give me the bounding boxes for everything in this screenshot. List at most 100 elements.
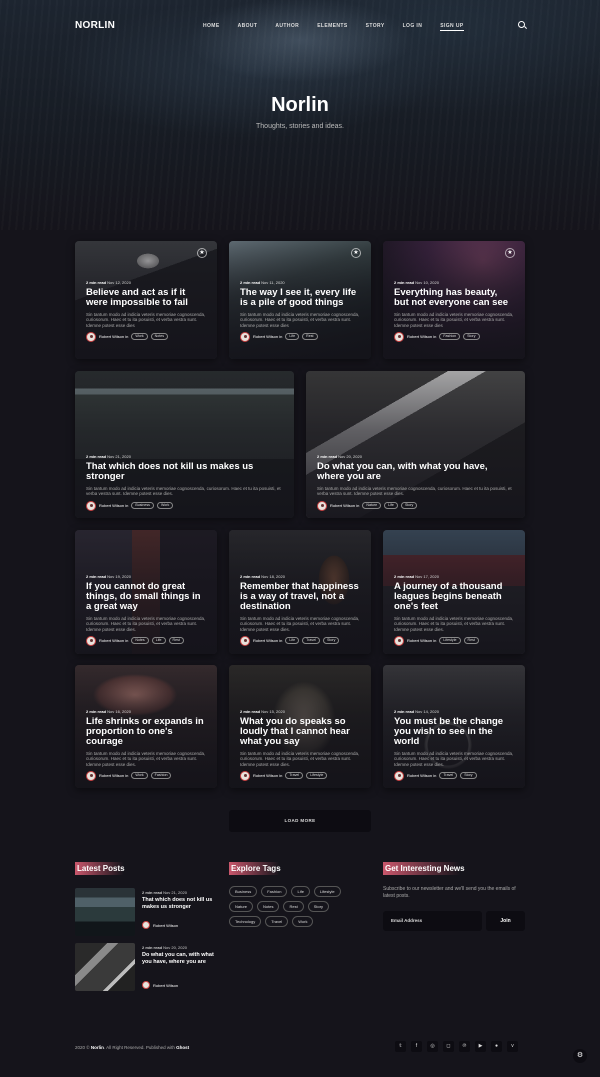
post-tag[interactable]: Travel — [439, 772, 458, 780]
avatar[interactable] — [394, 770, 404, 781]
post-tag[interactable]: Work — [156, 502, 174, 510]
vimeo-icon[interactable]: v — [507, 1041, 518, 1052]
twitter-icon[interactable]: 𝕥 — [395, 1041, 406, 1052]
post-title[interactable]: Do what you can, with what you have, whe… — [317, 462, 514, 482]
post-tag[interactable]: Fashion — [150, 772, 172, 780]
author-name[interactable]: Robert Wilson in — [407, 638, 436, 643]
author-name[interactable]: Robert Wilson in — [330, 503, 359, 508]
post-card[interactable]: 2 min read Nov 16, 2020 Life shrinks or … — [75, 665, 217, 788]
post-tag[interactable]: Life — [151, 637, 166, 645]
post-card[interactable]: 2 min read Nov 20, 2020 Do what you can,… — [306, 371, 525, 518]
theme-settings-icon[interactable]: ⚙ — [573, 1049, 587, 1063]
post-tag[interactable]: Life — [285, 333, 300, 341]
menu-login[interactable]: LOG IN — [403, 23, 423, 31]
post-title[interactable]: That which does not kill us makes us str… — [86, 462, 283, 482]
author-name[interactable]: Robert Wilson in — [99, 503, 128, 508]
post-tag[interactable]: Life — [384, 502, 398, 510]
post-title[interactable]: If you cannot do great things, do small … — [86, 582, 206, 612]
avatar[interactable] — [240, 331, 250, 342]
menu-home[interactable]: HOME — [203, 23, 220, 31]
post-card[interactable]: 2 min read Nov 18, 2020 Remember that ha… — [229, 530, 371, 654]
menu-story[interactable]: STORY — [366, 23, 385, 31]
menu-signup[interactable]: SIGN UP — [440, 23, 464, 31]
latest-post-item[interactable]: 2 min read Nov 20, 2020 Do what you can,… — [75, 943, 215, 991]
instagram-icon[interactable]: ◻ — [443, 1041, 454, 1052]
avatar[interactable] — [394, 331, 404, 342]
avatar[interactable] — [317, 500, 327, 511]
post-card[interactable]: 2 min read Nov 19, 2020 If you cannot do… — [75, 530, 217, 654]
tag-pill[interactable]: Business — [229, 886, 258, 897]
post-tag[interactable]: Work — [131, 772, 148, 780]
post-tag[interactable]: Story — [400, 502, 418, 510]
post-tag[interactable]: Story — [460, 772, 477, 780]
post-tag[interactable]: Lifestyle — [439, 637, 461, 645]
author-name[interactable]: Robert Wilson in — [253, 334, 282, 339]
author-name[interactable]: Robert Wilson in — [407, 334, 436, 339]
latest-post-item[interactable]: 2 min read Nov 21, 2020 That which does … — [75, 888, 215, 936]
youtube-icon[interactable]: ▶ — [475, 1041, 486, 1052]
post-tag[interactable]: Travel — [302, 637, 320, 645]
dribbble-icon[interactable]: ◎ — [427, 1041, 438, 1052]
post-card[interactable]: ★ 2 min read Nov 11, 2020 The way I see … — [229, 241, 371, 359]
post-title[interactable]: Believe and act as if it were impossible… — [86, 288, 206, 308]
tag-pill[interactable]: Nature — [229, 901, 254, 912]
post-tag[interactable]: Work — [131, 333, 148, 341]
post-card[interactable]: ★ 2 min read Nov 12, 2020 Believe and ac… — [75, 241, 217, 359]
post-tag[interactable]: Rest — [302, 333, 318, 341]
post-card[interactable]: ★ 2 min read Nov 10, 2020 Everything has… — [383, 241, 525, 359]
author-name[interactable]: Robert Wilson in — [99, 638, 128, 643]
facebook-icon[interactable]: f — [411, 1041, 422, 1052]
author-name[interactable]: Robert Wilson in — [253, 638, 282, 643]
avatar[interactable] — [240, 635, 250, 646]
tag-pill[interactable]: Notes — [257, 901, 280, 912]
github-icon[interactable]: ● — [491, 1041, 502, 1052]
author-name[interactable]: Robert Wilson in — [253, 773, 282, 778]
tag-pill[interactable]: Technology — [229, 916, 262, 927]
post-tag[interactable]: Story — [463, 333, 480, 341]
latest-post-title[interactable]: Do what you can, with what you have, whe… — [142, 952, 220, 966]
author-name[interactable]: Robert Wilson in — [99, 334, 128, 339]
post-tag[interactable]: Life — [285, 637, 300, 645]
post-card[interactable]: 2 min read Nov 14, 2020 You must be the … — [383, 665, 525, 788]
latest-post-thumbnail[interactable] — [75, 888, 135, 936]
post-title[interactable]: The way I see it, every life is a pile o… — [240, 288, 360, 308]
latest-post-thumbnail[interactable] — [75, 943, 135, 991]
post-title[interactable]: You must be the change you wish to see i… — [394, 717, 514, 747]
site-logo[interactable]: NORLIN — [75, 20, 115, 31]
tag-pill[interactable]: Life — [291, 886, 310, 897]
post-title[interactable]: What you do speaks so loudly that I cann… — [240, 717, 360, 747]
post-tag[interactable]: Notes — [150, 333, 169, 341]
post-card[interactable]: 2 min read Nov 17, 2020 A journey of a t… — [383, 530, 525, 654]
latest-post-title[interactable]: That which does not kill us makes us str… — [142, 897, 220, 911]
post-tag[interactable]: Story — [323, 637, 340, 645]
email-input[interactable]: Email Address — [383, 911, 482, 931]
post-title[interactable]: Life shrinks or expands in proportion to… — [86, 717, 206, 747]
join-button[interactable]: Join — [486, 911, 525, 931]
menu-author[interactable]: AUTHOR — [275, 23, 299, 31]
avatar[interactable] — [240, 770, 250, 781]
avatar[interactable] — [86, 770, 96, 781]
avatar[interactable] — [86, 500, 96, 511]
post-tag[interactable]: Lifestyle — [306, 772, 328, 780]
tag-pill[interactable]: Story — [307, 901, 330, 912]
tag-pill[interactable]: Lifestyle — [313, 886, 341, 897]
search-icon[interactable] — [518, 21, 525, 28]
post-title[interactable]: A journey of a thousand leagues begins b… — [394, 582, 514, 612]
post-tag[interactable]: Rest — [168, 637, 184, 645]
post-tag[interactable]: Nature — [362, 502, 382, 510]
copyright-brand-link[interactable]: Norlin — [91, 1045, 104, 1050]
menu-about[interactable]: ABOUT — [238, 23, 258, 31]
ghost-link[interactable]: Ghost — [176, 1045, 189, 1050]
tag-pill[interactable]: Work — [292, 916, 314, 927]
avatar[interactable] — [394, 635, 404, 646]
author-name[interactable]: Robert Wilson in — [99, 773, 128, 778]
post-card[interactable]: 2 min read Nov 21, 2020 That which does … — [75, 371, 294, 518]
menu-elements[interactable]: ELEMENTS — [317, 23, 347, 31]
post-tag[interactable]: Notes — [131, 637, 149, 645]
post-tag[interactable]: Fashion — [439, 333, 461, 341]
post-tag[interactable]: Travel — [285, 772, 304, 780]
post-title[interactable]: Everything has beauty, but not everyone … — [394, 288, 514, 308]
post-tag[interactable]: Business — [131, 502, 154, 510]
load-more-button[interactable]: LOAD MORE — [229, 810, 371, 832]
post-tag[interactable]: Rest — [463, 637, 479, 645]
